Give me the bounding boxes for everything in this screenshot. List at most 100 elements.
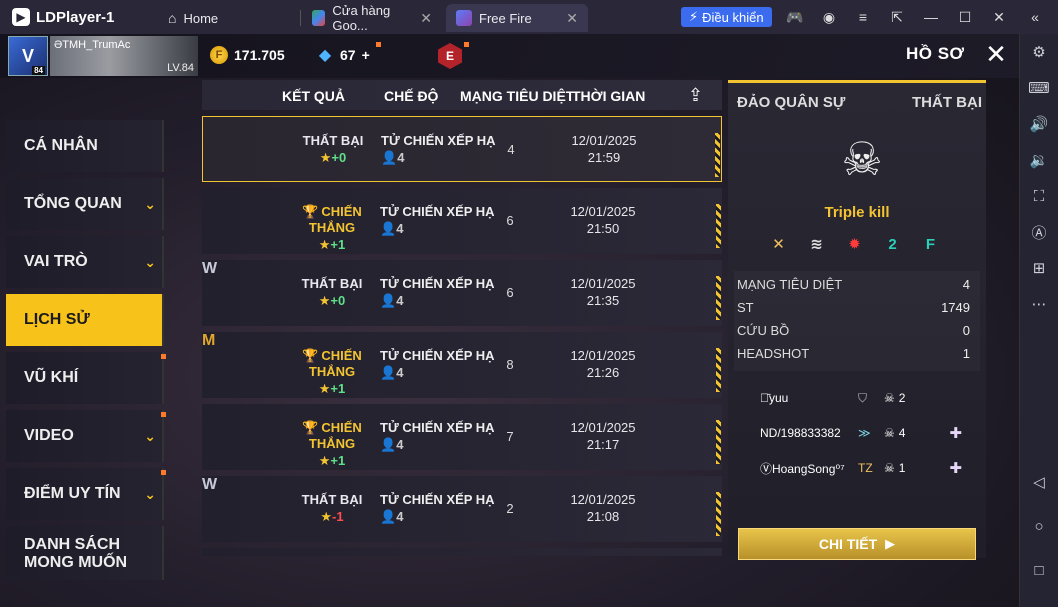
keyboard-icon[interactable]: ⌨	[1028, 78, 1050, 98]
close-window-icon[interactable]: ✕	[990, 8, 1008, 26]
history-row[interactable]: M 🏆 CHIẾN THẮNG ★+1 TỬ CHIẾN XẾP HẠ 👤4 8 …	[202, 332, 722, 398]
minimize-icon[interactable]: —	[922, 8, 940, 26]
kills-value: 1	[898, 461, 906, 475]
add-friend-icon[interactable]: ✚	[949, 459, 962, 477]
close-tab-icon[interactable]: ✕	[566, 10, 578, 27]
lightning-icon: ⚡	[689, 9, 699, 24]
match-time: 12/01/2025 21:50	[568, 204, 638, 236]
mode-label: TỬ CHIẾN XẾP HẠ	[380, 420, 495, 435]
chevron-down-icon: ⌄	[144, 195, 156, 212]
match-mode: TỬ CHIẾN XẾP HẠ 👤4	[380, 420, 495, 453]
players: 👤4	[380, 365, 495, 381]
match-clock: 21:08	[586, 509, 620, 524]
points-value: +1	[330, 453, 346, 468]
tab-label: Free Fire	[479, 10, 532, 26]
settings-icon[interactable]: ⚙	[1029, 42, 1049, 62]
points-value: +1	[330, 381, 346, 396]
menu-item-video[interactable]: VIDEO ⌄	[6, 410, 166, 462]
teammate-row[interactable]: ခ̄yuu ⛉ ☠ 2	[734, 383, 974, 413]
teammate-kills: ☠ 2	[884, 391, 905, 405]
menu-icon[interactable]: ≡	[854, 8, 872, 26]
players: 👤4	[380, 221, 495, 237]
result-label: THẤT BẠI	[301, 276, 363, 291]
maximize-icon[interactable]: ☐	[956, 8, 974, 26]
add-apk-icon[interactable]: ⊞	[1029, 258, 1049, 278]
elite-pass-badge[interactable]: E	[438, 43, 462, 69]
diamond-add[interactable]: +	[362, 47, 370, 63]
stat-damage: ST 1749	[737, 300, 970, 320]
history-row[interactable]: 🏆 CHIẾN THẮNG ★+1 TỬ CHIẾN XẾP HẠ 👤4 6 12…	[202, 188, 722, 254]
tab-free-fire[interactable]: Free Fire ✕	[446, 4, 588, 32]
detail-result: THẤT BẠI	[912, 94, 982, 111]
skull-icon: ☠	[884, 426, 895, 440]
back-icon[interactable]: ◁	[1029, 472, 1049, 492]
menu-item-danh-sach-mong-muon[interactable]: DANH SÁCH MONG MUỐN	[6, 526, 164, 580]
volume-up-icon[interactable]: 🔊	[1029, 114, 1049, 134]
notification-dot	[161, 354, 166, 359]
add-friend-icon[interactable]: ✚	[949, 424, 962, 442]
players: 👤4	[380, 509, 495, 525]
details-button[interactable]: CHI TIẾT ▶	[738, 528, 976, 560]
menu-item-ca-nhan[interactable]: CÁ NHÂN	[6, 120, 164, 172]
more-icon[interactable]: ⋯	[1029, 294, 1049, 314]
close-tab-icon[interactable]: ✕	[420, 10, 432, 27]
share-icon[interactable]: ⇪	[688, 85, 712, 105]
achievement-badges: ✕ ≋ ✹ 2 F	[764, 231, 954, 257]
macro-icon[interactable]: Ⓐ	[1029, 222, 1049, 242]
history-row[interactable]: 🏆 CHIẾN THẮNG ★+1 TỬ CHIẾN XẾP HẠ 👤4 7 12…	[202, 404, 722, 470]
match-date: 12/01/2025	[570, 492, 636, 507]
rank-points: ★+1	[284, 237, 380, 253]
menu-item-tong-quan[interactable]: TỔNG QUAN ⌄	[6, 178, 164, 230]
history-row[interactable]: THẤT BẠI ★+0 TỬ CHIẾN XẾP HẠ 👤4 4 12/01/…	[202, 116, 722, 182]
points-value: +1	[330, 237, 346, 252]
restore-icon[interactable]: ⇱	[888, 8, 906, 26]
tab-home[interactable]: ⌂ Home	[158, 4, 298, 32]
teammate-row[interactable]: ND/198833382 ≫ ☠ 4 ✚	[734, 418, 974, 448]
recents-icon[interactable]: □	[1029, 560, 1049, 580]
elite-letter: E	[445, 49, 454, 63]
menu-item-diem-uy-tin[interactable]: ĐIỂM UY TÍN ⌄	[6, 468, 166, 520]
gold-coin-icon: F	[210, 46, 228, 64]
mode-label: TỬ CHIẾN XẾP HẠ	[381, 133, 496, 148]
history-row-partial	[202, 548, 722, 556]
row-stripe	[716, 420, 721, 464]
tab-play-store[interactable]: Cửa hàng Goo... ✕	[302, 3, 442, 33]
match-date: 12/01/2025	[570, 276, 636, 291]
diamond-icon: ◆	[318, 47, 332, 64]
tab-separator	[300, 10, 301, 26]
history-row[interactable]: W THẤT BẠI ★-1 TỬ CHIẾN XẾP HẠ 👤4 2 12/0…	[202, 476, 722, 542]
match-result: 🏆 CHIẾN THẮNG ★+1	[284, 348, 380, 397]
control-button[interactable]: ⚡ Điều khiển	[681, 7, 772, 27]
home-circle-icon[interactable]: ○	[1029, 516, 1049, 536]
match-date: 12/01/2025	[570, 348, 636, 363]
menu-item-lich-su[interactable]: LỊCH SỬ	[6, 294, 164, 346]
mode-label: TỬ CHIẾN XẾP HẠ	[380, 204, 495, 219]
account-icon[interactable]: ◉	[820, 8, 838, 26]
kill-count: 4	[507, 142, 515, 157]
result-label: 🏆 CHIẾN THẮNG	[302, 420, 362, 451]
menu-item-vu-khi[interactable]: VŨ KHÍ	[6, 352, 166, 404]
window-titlebar: ▶ LDPlayer-1 ⌂ Home Cửa hàng Goo... ✕ Fr…	[0, 0, 1058, 34]
close-icon[interactable]: ✕	[982, 39, 1010, 69]
player-avatar[interactable]: V 84	[8, 36, 48, 76]
notification-dot	[376, 42, 381, 47]
match-clock: 21:59	[587, 150, 621, 165]
history-row[interactable]: W THẤT BẠI ★+0 TỬ CHIẾN XẾP HẠ 👤4 6 12/0…	[202, 260, 722, 326]
menu-label-line1: DANH SÁCH	[24, 536, 120, 553]
menu-label: LỊCH SỬ	[24, 311, 90, 328]
tab-label: Cửa hàng Goo...	[332, 3, 391, 33]
diamond-balance[interactable]: ◆ 67 +	[316, 46, 370, 64]
menu-item-vai-tro[interactable]: VAI TRÒ ⌄	[6, 236, 164, 288]
volume-down-icon[interactable]: 🔉	[1029, 150, 1049, 170]
match-clock: 21:17	[586, 437, 620, 452]
teammate-row[interactable]: ⓋHoangSong⁰⁷ TZ ☠ 1 ✚	[734, 453, 974, 483]
chevron-down-icon: ⌄	[144, 427, 156, 444]
menu-label: TỔNG QUAN	[24, 195, 122, 212]
star-icon: ★	[318, 293, 331, 308]
control-label: Điều khiển	[702, 9, 764, 25]
screenshot-icon[interactable]: ⛶	[1029, 186, 1049, 206]
rank-points: ★+1	[284, 381, 380, 397]
collapse-sidebar-icon[interactable]: «	[1026, 8, 1044, 26]
gamepad-icon[interactable]: 🎮	[786, 8, 804, 26]
player-banner[interactable]: ƏTMH_TrumAc LV.84	[50, 36, 198, 76]
